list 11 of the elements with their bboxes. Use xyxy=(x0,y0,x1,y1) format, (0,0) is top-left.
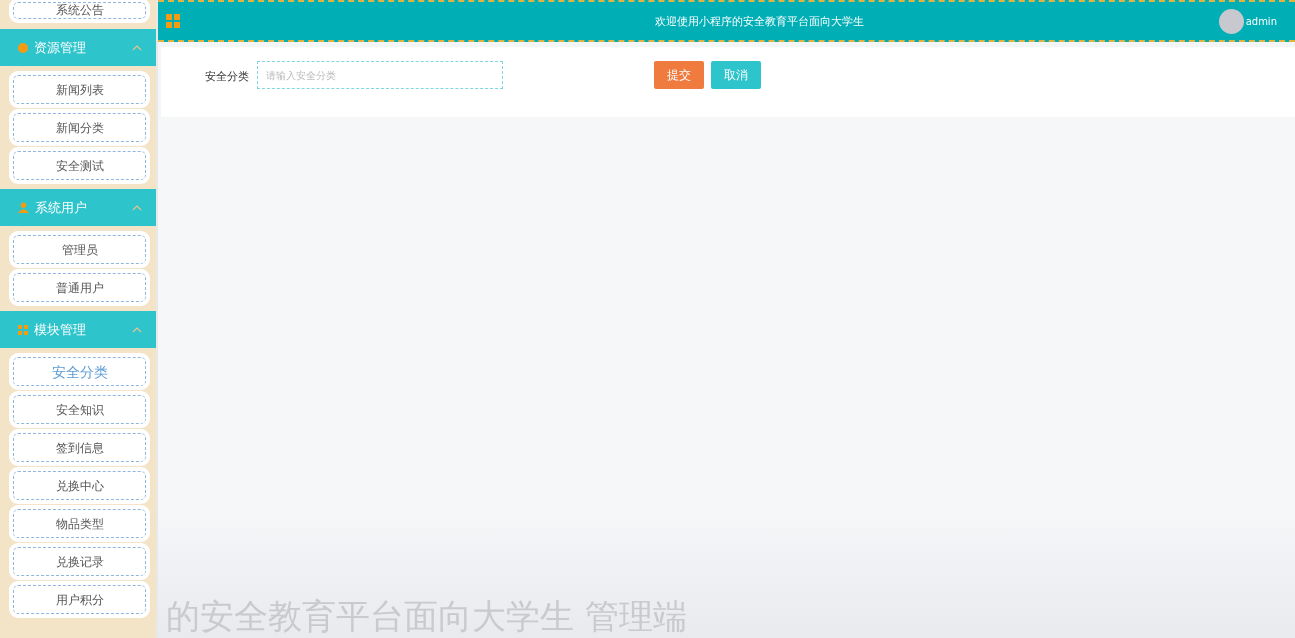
menu-group-title: 系统用户 xyxy=(35,198,88,217)
header-title: 欢迎使用小程序的安全教育平台面向大学生 xyxy=(653,13,865,29)
dot-icon xyxy=(18,42,28,53)
person-icon xyxy=(18,202,29,213)
field-label: 安全分类 xyxy=(205,69,250,84)
grid-icon[interactable] xyxy=(166,14,180,28)
menu-group-title: 资源管理 xyxy=(34,38,87,57)
menu-group-title: 模块管理 xyxy=(34,320,87,339)
grid-icon xyxy=(18,324,28,335)
avatar[interactable] xyxy=(1218,8,1244,34)
user-name: admin xyxy=(1245,15,1277,27)
